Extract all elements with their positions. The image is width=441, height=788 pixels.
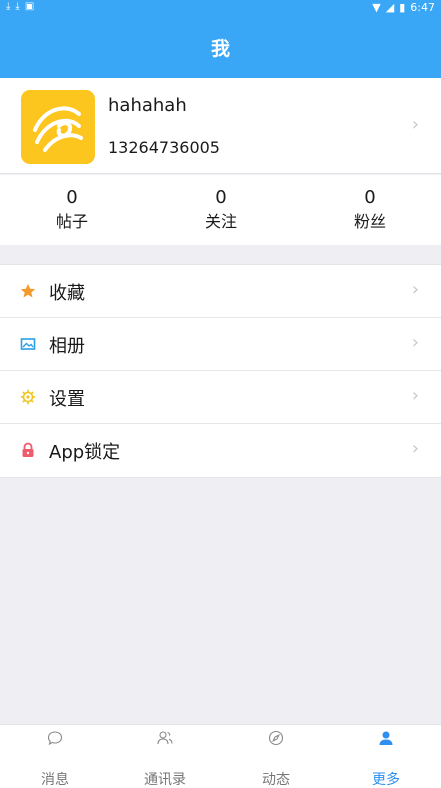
- download-icon: ⤓: [15, 1, 20, 12]
- notification-icon: ▣: [24, 1, 35, 12]
- stat-value: 0: [215, 187, 227, 208]
- stat-followers[interactable]: 0 粉丝: [320, 187, 420, 233]
- stat-following[interactable]: 0 关注: [171, 187, 271, 233]
- menu-item-favorites[interactable]: 收藏 ›: [0, 265, 441, 318]
- menu-item-settings[interactable]: 设置 ›: [0, 371, 441, 424]
- status-time: 6:47: [410, 1, 435, 14]
- stat-label: 关注: [204, 212, 237, 231]
- chevron-right-icon: ›: [411, 438, 419, 459]
- bottom-tab-bar: 消息 通讯录 动态 更多: [0, 724, 441, 788]
- tab-contacts[interactable]: 通讯录: [110, 725, 220, 788]
- menu-item-album[interactable]: 相册 ›: [0, 318, 441, 371]
- app-bar: 我: [0, 16, 441, 78]
- gear-icon: [20, 389, 36, 405]
- avatar[interactable]: [21, 90, 95, 164]
- stat-posts[interactable]: 0 帖子: [22, 187, 122, 233]
- tab-label: 通讯录: [144, 772, 186, 788]
- stat-label: 粉丝: [353, 212, 386, 231]
- contacts-icon: [157, 731, 173, 745]
- chat-icon: [47, 731, 63, 746]
- tab-label: 更多: [372, 772, 400, 788]
- tab-label: 消息: [41, 772, 69, 788]
- username: hahahah: [108, 95, 187, 116]
- tab-more[interactable]: 更多: [331, 725, 441, 788]
- battery-icon: ▮: [399, 1, 406, 14]
- stat-value: 0: [66, 187, 78, 208]
- chevron-right-icon: ›: [411, 114, 419, 135]
- menu-item-app-lock[interactable]: App锁定 ›: [0, 424, 441, 477]
- profile-card[interactable]: hahahah 13264736005 ›: [0, 78, 441, 174]
- wifi-icon: ▼: [372, 1, 381, 14]
- star-icon: [20, 284, 36, 298]
- tab-messages[interactable]: 消息: [0, 725, 110, 788]
- tab-label: 动态: [262, 772, 290, 788]
- signal-icon: ◢: [385, 1, 395, 14]
- stats-row: 0 帖子 0 关注 0 粉丝: [0, 175, 441, 245]
- image-icon: [20, 338, 36, 350]
- chevron-right-icon: ›: [411, 385, 419, 406]
- status-bar: ⤓ ⤓ ▣ ▼ ◢ ▮ 6:47: [0, 0, 441, 16]
- phone-number: 13264736005: [108, 138, 220, 157]
- stat-value: 0: [364, 187, 376, 208]
- tab-moments[interactable]: 动态: [221, 725, 331, 788]
- chevron-right-icon: ›: [411, 279, 419, 300]
- menu-item-label: 设置: [49, 389, 85, 410]
- app-logo-icon: [33, 106, 83, 152]
- menu-item-label: App锁定: [49, 442, 121, 463]
- stat-label: 帖子: [55, 212, 88, 231]
- menu-item-label: 收藏: [49, 283, 85, 304]
- menu-item-label: 相册: [49, 336, 85, 357]
- lock-icon: [22, 442, 34, 457]
- download-icon: ⤓: [6, 1, 11, 12]
- chevron-right-icon: ›: [411, 332, 419, 353]
- menu-list: 收藏 › 相册 › 设置 › App锁定 ›: [0, 264, 441, 478]
- compass-icon: [268, 730, 284, 746]
- page-title: 我: [210, 38, 230, 60]
- user-icon: [379, 731, 393, 745]
